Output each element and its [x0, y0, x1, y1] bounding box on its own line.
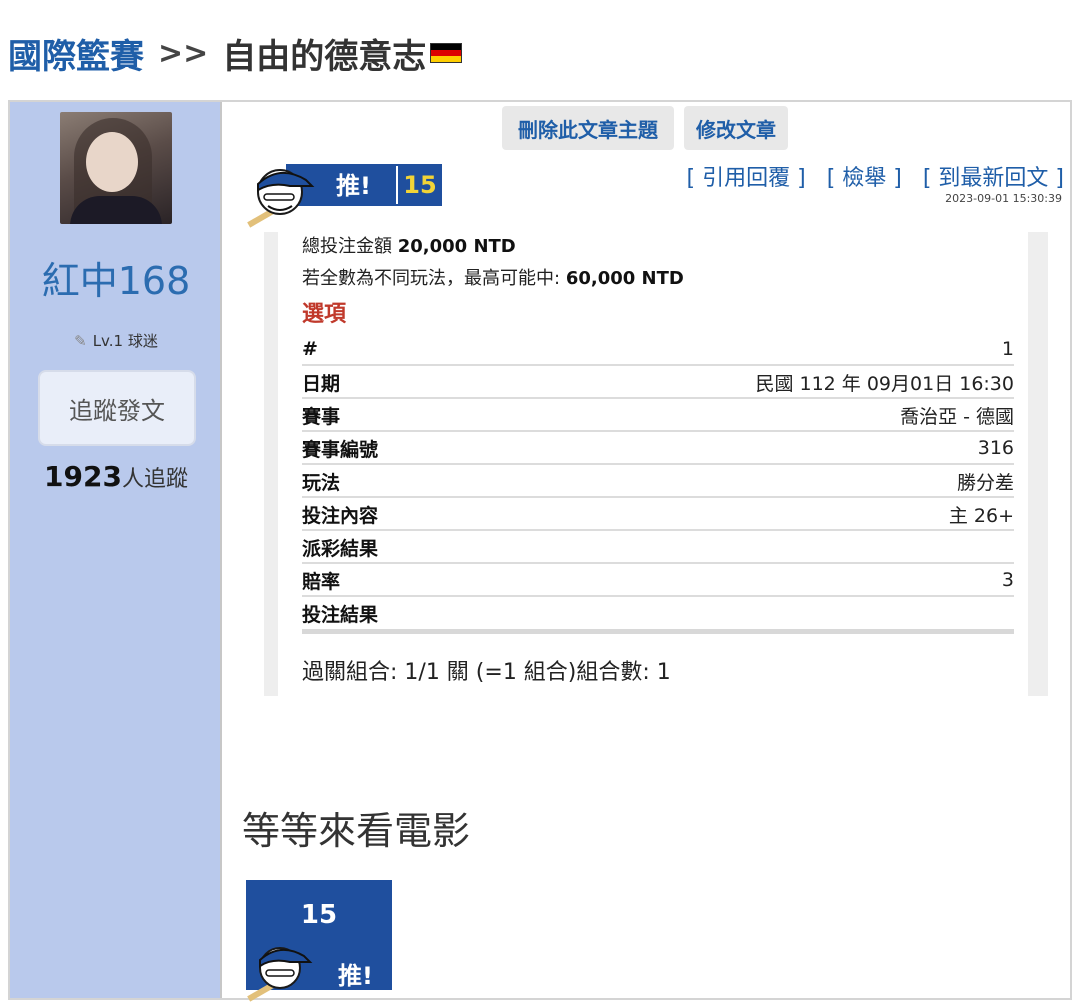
push-label: 推! [336, 172, 371, 200]
table-row: 賽事編號 316 [302, 433, 1014, 465]
post-body-text: 等等來看電影 [242, 809, 471, 853]
table-row: 玩法 勝分差 [302, 466, 1014, 498]
max-win-label: 若全數為不同玩法，最高可能中: [302, 268, 561, 289]
row-key: # [302, 338, 318, 360]
table-row: 賽事 喬治亞 - 德國 [302, 400, 1014, 432]
quote-reply-link[interactable]: [ 引用回覆 ] [687, 166, 806, 191]
followers-suffix: 人追蹤 [121, 467, 188, 492]
row-value: 316 [977, 437, 1014, 459]
bet-slip: 總投注金額 20,000 NTD 若全數為不同玩法，最高可能中: 60,000 … [264, 232, 1048, 696]
post-container: 紅中168 ✎ Lv.1 球迷 追蹤發文 1923人追蹤 刪除此文章主題 修改文章… [8, 100, 1072, 1002]
row-value: 民國 112 年 09月01日 16:30 [755, 372, 1014, 395]
row-key: 投注結果 [302, 604, 379, 626]
baseball-mascot-icon [247, 947, 313, 1002]
row-value: 主 26+ [948, 504, 1014, 527]
combo-summary: 過關組合: 1/1 關 (=1 組合)組合數: 1 [302, 660, 671, 685]
table-row: 賠率 3 [302, 565, 1014, 597]
breadcrumb-category-link[interactable]: 國際籃賽 [8, 29, 144, 78]
avatar[interactable] [60, 112, 172, 224]
followers-count: 1923人追蹤 [10, 460, 222, 493]
row-value: 喬治亞 - 德國 [900, 405, 1014, 428]
row-key: 賽事 [302, 405, 341, 428]
report-link[interactable]: [ 檢舉 ] [827, 166, 902, 191]
author-sidebar: 紅中168 ✎ Lv.1 球迷 追蹤發文 1923人追蹤 [10, 102, 222, 998]
author-name[interactable]: 紅中168 [10, 250, 222, 305]
breadcrumb: 國際籃賽 >> 自由的德意志 [8, 28, 463, 78]
push-count: 15 [396, 166, 442, 204]
germany-flag-icon [430, 43, 463, 63]
post-timestamp: 2023-09-01 15:30:39 [945, 192, 1062, 205]
total-bet-line: 總投注金額 20,000 NTD [302, 232, 516, 258]
row-key: 玩法 [302, 471, 341, 494]
post-content: 刪除此文章主題 修改文章 推! 15 [ 引用回覆 ] [ 檢舉 ] [ 到最新… [222, 102, 1070, 1002]
max-win-line: 若全數為不同玩法，最高可能中: 60,000 NTD [302, 264, 684, 290]
vote-label: 推! [338, 962, 373, 990]
author-level: ✎ Lv.1 球迷 [10, 330, 222, 351]
page-title: 自由的德意志 [222, 36, 427, 77]
push-badge[interactable]: 推! 15 [246, 162, 442, 228]
level-label: Lv.1 球迷 [92, 332, 158, 350]
row-value: 勝分差 [956, 471, 1014, 494]
follow-button[interactable]: 追蹤發文 [38, 370, 196, 446]
table-row: #1 [302, 334, 1014, 366]
row-value: 1 [1001, 338, 1014, 360]
edit-post-button[interactable]: 修改文章 [684, 106, 788, 150]
total-bet-value: 20,000 NTD [397, 236, 516, 257]
table-row: 投注結果 [302, 598, 1014, 634]
bet-slip-inner: 總投注金額 20,000 NTD 若全數為不同玩法，最高可能中: 60,000 … [278, 232, 1028, 696]
row-key: 派彩結果 [302, 537, 379, 560]
baseball-mascot-icon [247, 169, 315, 228]
followers-number: 1923 [44, 460, 122, 493]
vote-count: 15 [246, 880, 392, 950]
max-win-value: 60,000 NTD [565, 268, 684, 289]
pen-icon: ✎ [74, 332, 87, 350]
total-bet-label: 總投注金額 [302, 236, 392, 257]
table-row: 投注內容 主 26+ [302, 499, 1014, 531]
latest-reply-link[interactable]: [ 到最新回文 ] [923, 166, 1064, 191]
post-actions: [ 引用回覆 ] [ 檢舉 ] [ 到最新回文 ] [673, 160, 1064, 192]
row-key: 投注內容 [302, 504, 379, 527]
table-row: 派彩結果 [302, 532, 1014, 564]
push-vote-button[interactable]: 15 推! [246, 880, 392, 1002]
options-title: 選項 [302, 302, 347, 327]
row-key: 賽事編號 [302, 438, 379, 461]
row-key: 賠率 [302, 570, 341, 593]
table-row: 日期 民國 112 年 09月01日 16:30 [302, 367, 1014, 399]
row-value: 3 [1001, 569, 1014, 591]
delete-topic-button[interactable]: 刪除此文章主題 [502, 106, 674, 150]
breadcrumb-separator: >> [158, 35, 209, 71]
row-key: 日期 [302, 372, 341, 395]
